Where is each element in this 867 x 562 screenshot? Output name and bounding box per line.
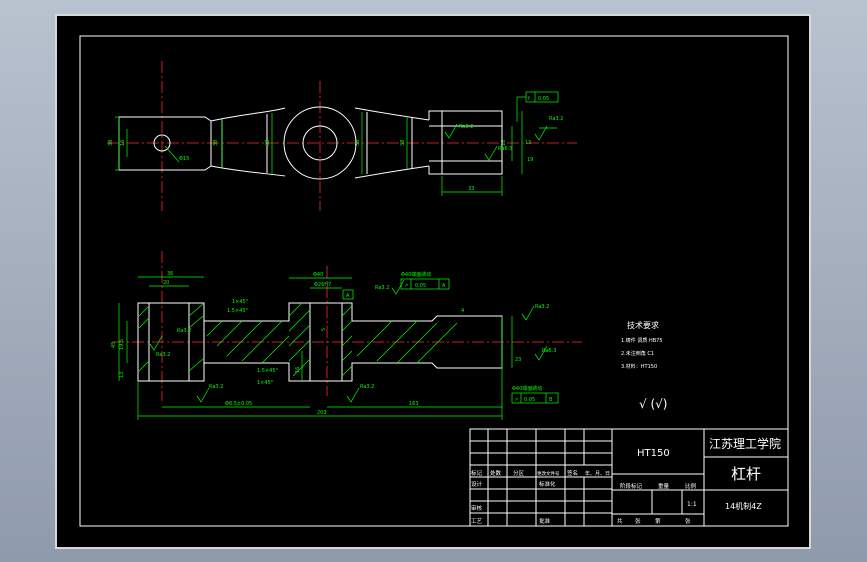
svg-text:共: 共 xyxy=(617,517,623,525)
svg-text:Ra3.2: Ra3.2 xyxy=(209,384,223,390)
tech-req-item-2: 2.未注倒角 C1 xyxy=(621,350,654,357)
left-end-outline xyxy=(118,116,212,171)
dim-hole: Φ15 xyxy=(179,156,189,162)
roughness-general-note: √ (√) xyxy=(639,397,667,411)
tech-requirements: 技术要求 1.铸件 调质 HB75 2.未注倒角 C1 3.材料：HT150 √… xyxy=(621,320,667,411)
drawing-number: 14机制4Z xyxy=(725,501,762,511)
drawing-frame xyxy=(79,35,789,527)
part-name: 杠杆 xyxy=(731,465,761,483)
school-name: 江苏理工学院 xyxy=(709,436,781,451)
svg-text:0.05: 0.05 xyxy=(415,283,426,289)
svg-text:Ra3.2: Ra3.2 xyxy=(535,304,549,310)
svg-text:Φ40端面跳动: Φ40端面跳动 xyxy=(512,385,542,392)
svg-text:19.5: 19.5 xyxy=(119,339,125,350)
svg-text:标准化: 标准化 xyxy=(539,480,556,488)
dim-overall: 203 xyxy=(317,410,327,416)
dim-mid3: 38 xyxy=(355,140,361,146)
dim-phi40: Φ40 xyxy=(313,272,323,278)
svg-text:处数: 处数 xyxy=(490,469,502,477)
dim-mid2: 38 xyxy=(265,140,271,146)
dim-left-outer: 38 xyxy=(108,140,114,146)
svg-text:1×45°: 1×45° xyxy=(257,380,274,386)
svg-text:A: A xyxy=(442,283,446,289)
svg-text:5: 5 xyxy=(321,328,327,331)
svg-text:0.05: 0.05 xyxy=(524,397,535,403)
scale-value: 1:1 xyxy=(687,501,697,508)
dim-left-inner: 16 xyxy=(120,140,126,146)
dim-mid1: 38 xyxy=(213,140,219,146)
svg-text:分区: 分区 xyxy=(513,469,525,477)
svg-text:比例: 比例 xyxy=(685,482,697,490)
svg-text:16: 16 xyxy=(295,367,301,373)
svg-text:审核: 审核 xyxy=(471,504,483,512)
svg-text:1.5×45°: 1.5×45° xyxy=(257,368,279,374)
svg-text:163: 163 xyxy=(409,401,419,407)
svg-text:Ra3.2: Ra3.2 xyxy=(156,352,170,358)
tech-req-item-1: 1.铸件 调质 HB75 xyxy=(621,337,663,344)
svg-text:更改文件号: 更改文件号 xyxy=(537,470,560,477)
right-fork-outline xyxy=(428,110,503,175)
svg-text:B: B xyxy=(549,397,553,403)
svg-text:f: f xyxy=(528,96,530,102)
svg-text:Φ40端面跳动: Φ40端面跳动 xyxy=(401,271,431,278)
material-label: HT150 xyxy=(637,448,670,459)
cad-drawing: 38 16 Φ15 38 38 38 38 Ra3.2 Ra6.3 Ra3.2 … xyxy=(79,35,789,527)
section-view: 36 20 Φ40 Φ26H7 1.5×45° 1×45° 1.5×45° 1×… xyxy=(111,251,582,420)
svg-text:Ra3.2: Ra3.2 xyxy=(549,116,563,122)
svg-text:Ra3.2: Ra3.2 xyxy=(360,384,374,390)
svg-text:23: 23 xyxy=(515,357,521,363)
svg-text:批准: 批准 xyxy=(539,517,551,525)
svg-text:Ra3.2: Ra3.2 xyxy=(459,124,473,130)
svg-text:第: 第 xyxy=(655,517,661,525)
svg-text:13: 13 xyxy=(525,140,531,146)
svg-text:阶段标记: 阶段标记 xyxy=(620,482,643,490)
svg-text:19: 19 xyxy=(527,157,533,163)
svg-text:36: 36 xyxy=(167,271,173,277)
svg-text:Ra3.2: Ra3.2 xyxy=(177,328,191,334)
svg-text:Ra6.3: Ra6.3 xyxy=(542,348,556,354)
dim-center-distance: Φ8.5±0.05 xyxy=(225,401,252,407)
svg-text:1×45°: 1×45° xyxy=(232,299,249,305)
dim-right: 38 xyxy=(400,140,406,146)
svg-text:4: 4 xyxy=(461,308,464,314)
svg-text:张: 张 xyxy=(685,517,691,525)
roughness-symbol-2 xyxy=(484,145,498,161)
svg-text:20: 20 xyxy=(163,280,169,286)
svg-text:↗: ↗ xyxy=(404,283,408,289)
svg-text:45: 45 xyxy=(111,342,117,348)
svg-text:年、月、日: 年、月、日 xyxy=(585,470,610,477)
svg-text:13: 13 xyxy=(119,372,125,378)
tech-req-item-3: 3.材料：HT150 xyxy=(621,363,657,370)
svg-text:重量: 重量 xyxy=(658,482,670,490)
drawing-canvas[interactable]: 38 16 Φ15 38 38 38 38 Ra3.2 Ra6.3 Ra3.2 … xyxy=(55,14,811,549)
dim-w33: 33 xyxy=(468,186,474,192)
svg-text:15: 15 xyxy=(501,140,507,146)
svg-text:1.5×45°: 1.5×45° xyxy=(227,308,249,314)
svg-text:张: 张 xyxy=(635,517,641,525)
title-block: 标记 处数 分区 更改文件号 签名 年、月、日 设计 标准化 审核 工艺 批准 … xyxy=(469,428,789,527)
svg-text:↗: ↗ xyxy=(514,397,518,403)
svg-text:0.05: 0.05 xyxy=(538,96,549,102)
dim-phi26: Φ26H7 xyxy=(314,282,331,288)
svg-text:Ra3.2: Ra3.2 xyxy=(375,285,389,291)
top-view: 38 16 Φ15 38 38 38 38 Ra3.2 Ra6.3 Ra3.2 … xyxy=(107,61,577,211)
svg-text:设计: 设计 xyxy=(471,480,483,488)
svg-text:工艺: 工艺 xyxy=(471,518,483,525)
svg-text:标记: 标记 xyxy=(471,469,483,477)
svg-text:A: A xyxy=(346,293,350,299)
svg-text:签名: 签名 xyxy=(567,469,578,477)
tech-req-title: 技术要求 xyxy=(627,320,659,330)
